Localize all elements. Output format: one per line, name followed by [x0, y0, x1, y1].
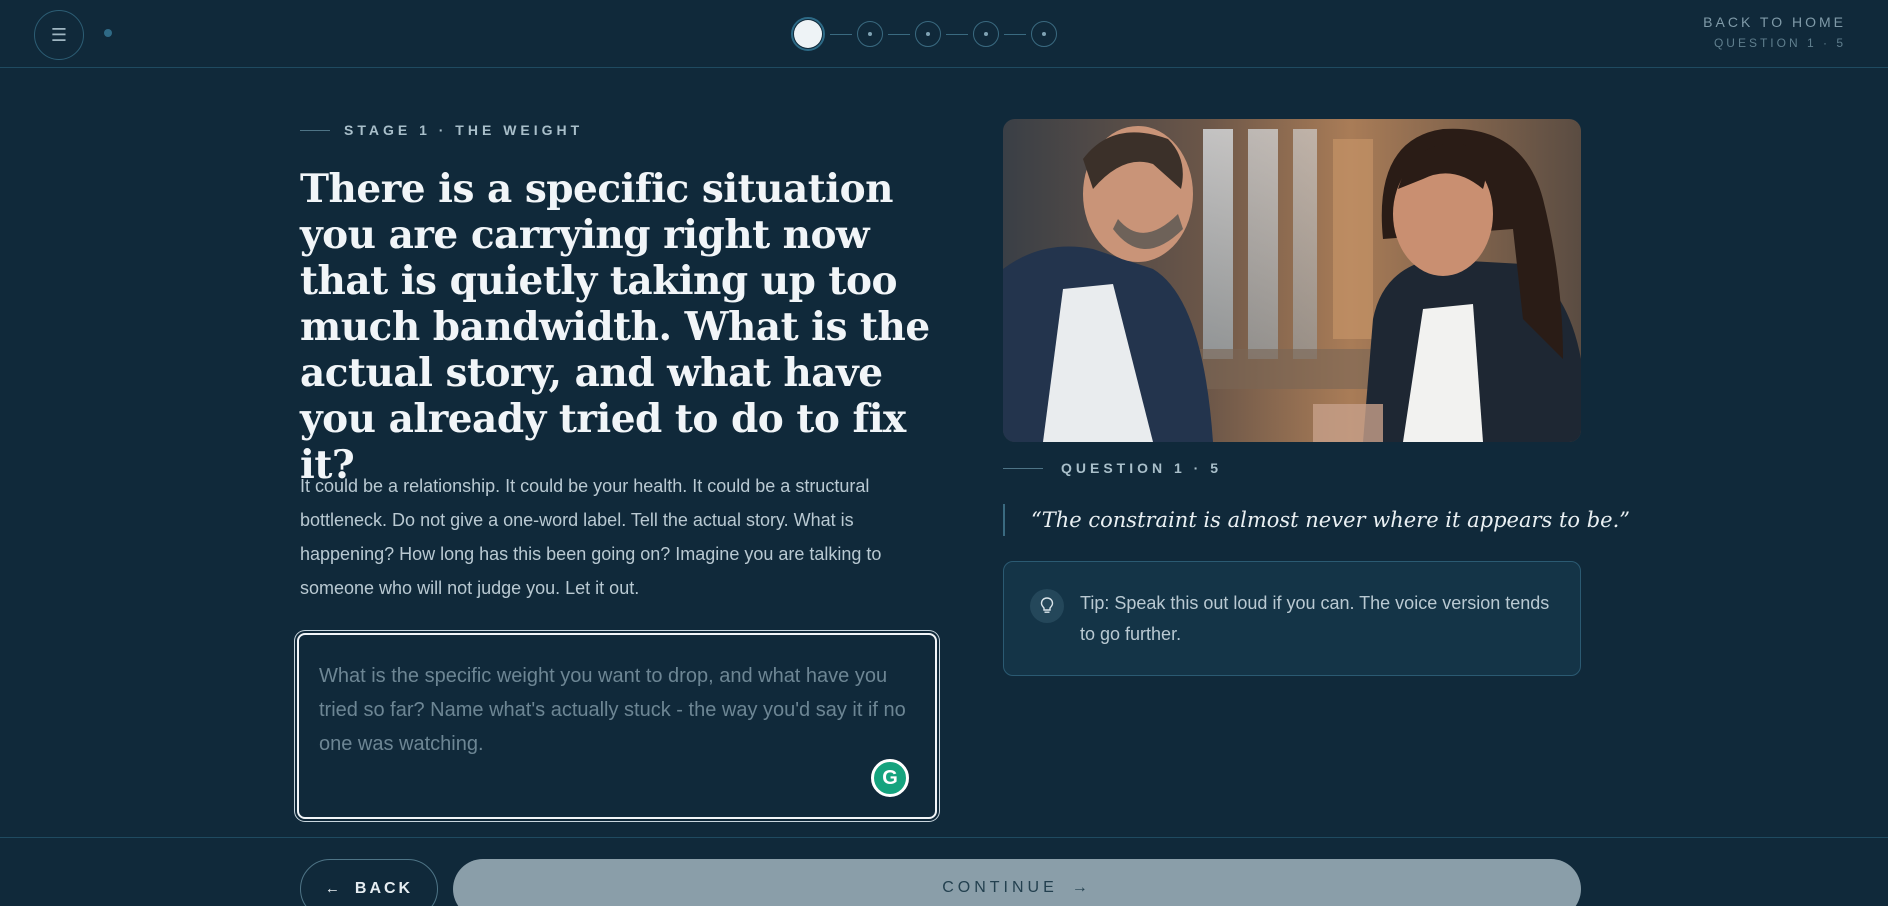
- tip-text: Tip: Speak this out loud if you can. The…: [1080, 593, 1550, 644]
- office-conversation-illustration: [1003, 119, 1581, 442]
- progress-steps: [791, 17, 1057, 51]
- question-heading: There is a specific situation you are ca…: [300, 166, 930, 488]
- hamburger-menu-icon: ☰: [50, 24, 68, 45]
- progress-connector: [888, 33, 910, 35]
- header-right: BACK TO HOME QUESTION 1 · 5: [1703, 14, 1846, 50]
- answer-textarea[interactable]: [299, 635, 935, 817]
- lightbulb-icon: [1030, 589, 1064, 623]
- back-button-label: BACK: [354, 880, 414, 897]
- back-button[interactable]: ← BACK: [300, 859, 438, 906]
- continue-button-label: CONTINUE: [942, 879, 1058, 896]
- quote: “The constraint is almost never where it…: [1003, 504, 1630, 536]
- continue-button[interactable]: CONTINUE →: [453, 859, 1581, 906]
- progress-connector: [830, 33, 852, 35]
- progress-connector: [946, 33, 968, 35]
- progress-step-2[interactable]: [857, 21, 883, 47]
- lightbulb-icon-svg: [1040, 597, 1054, 613]
- progress-step-4[interactable]: [973, 21, 999, 47]
- grammarly-icon[interactable]: G: [871, 759, 909, 797]
- top-bar: ☰ BACK TO HOME QUESTION 1 · 5: [0, 0, 1888, 68]
- question-counter: QUESTION 1 · 5: [1713, 36, 1846, 50]
- progress-connector: [1004, 33, 1026, 35]
- arrow-right-icon: →: [1071, 879, 1092, 896]
- conversation-photo: [1003, 119, 1581, 442]
- side-question-label-text: QUESTION 1 · 5: [1061, 460, 1223, 476]
- divider: [300, 129, 330, 131]
- arrow-left-icon: ←: [324, 880, 343, 897]
- progress-step-3[interactable]: [915, 21, 941, 47]
- progress-step-1[interactable]: [791, 17, 825, 51]
- back-to-home-link[interactable]: BACK TO HOME: [1703, 14, 1846, 30]
- side-question-label: QUESTION 1 · 5: [1003, 460, 1222, 476]
- stage-label: STAGE 1 · THE WEIGHT: [300, 122, 583, 138]
- tip-card: Tip: Speak this out loud if you can. The…: [1003, 561, 1581, 676]
- answer-field-wrapper: G: [297, 633, 937, 819]
- question-description: It could be a relationship. It could be …: [300, 476, 882, 598]
- status-dot: [104, 29, 112, 37]
- stage-label-text: STAGE 1 · THE WEIGHT: [344, 122, 584, 138]
- divider: [1003, 467, 1043, 469]
- progress-step-5[interactable]: [1031, 21, 1057, 47]
- menu-button[interactable]: ☰: [34, 10, 84, 60]
